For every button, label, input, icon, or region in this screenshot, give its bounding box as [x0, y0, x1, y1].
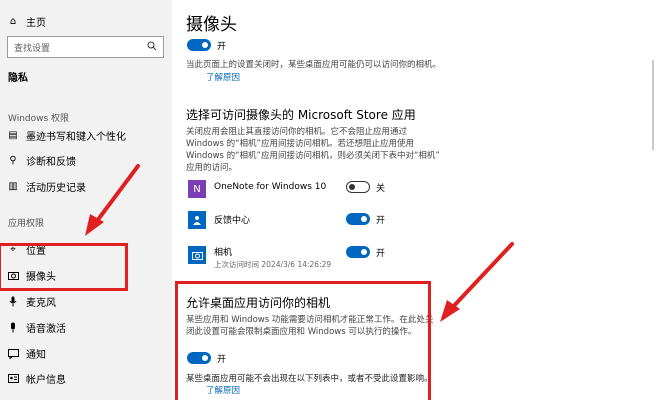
- scrollbar[interactable]: [652, 60, 654, 150]
- sidebar-item-voice-activation[interactable]: 语音激活: [6, 320, 66, 335]
- sidebar-item-label: 语音激活: [26, 324, 66, 335]
- top-description: 当此页面上的设置关闭时，某些桌面应用可能仍可以访问你的相机。: [186, 60, 442, 70]
- search-placeholder: 查找设置: [14, 43, 51, 54]
- sidebar-item-home[interactable]: ⌂ 主页: [6, 14, 46, 29]
- sidebar-item-label: 主页: [26, 18, 46, 29]
- app-permissions-header: 应用权限: [8, 219, 45, 229]
- app-toggle-label: 关: [376, 184, 386, 194]
- account-icon: [6, 374, 20, 383]
- voice-icon: [6, 322, 20, 333]
- sidebar-item-activity-history[interactable]: ▥ 活动历史记录: [6, 179, 86, 194]
- app-name: 相机: [214, 248, 233, 258]
- highlight-box-desktop-access: [175, 281, 431, 400]
- onenote-camera-toggle[interactable]: [346, 181, 370, 193]
- sidebar-item-label: 帐户信息: [26, 375, 66, 386]
- section-title: 隐私: [8, 73, 28, 84]
- page-title: 摄像头: [186, 15, 237, 35]
- search-input[interactable]: 查找设置: [7, 36, 164, 58]
- pen-icon: ▤: [8, 130, 18, 141]
- windows-permissions-header: Windows 权限: [8, 114, 70, 124]
- app-name: 反馈中心: [214, 216, 251, 226]
- store-apps-title: 选择可访问摄像头的 Microsoft Store 应用: [186, 108, 416, 122]
- home-icon: ⌂: [9, 16, 17, 27]
- sidebar-item-label: 诊断和反馈: [26, 157, 76, 168]
- app-toggle-label: 开: [376, 249, 386, 259]
- store-desc-line: 应用的访问。: [186, 163, 238, 173]
- sidebar-item-diagnostics[interactable]: ⚲ 诊断和反馈: [6, 153, 76, 168]
- feedback-icon: ⚲: [9, 155, 17, 166]
- onenote-icon: N: [188, 180, 206, 198]
- last-access-time: 上次访问时间 2024/3/6 14:26:29: [214, 260, 332, 269]
- notification-icon: [6, 348, 20, 359]
- camera-app-toggle[interactable]: [346, 246, 370, 258]
- settings-sidebar: ⌂ 主页 查找设置 隐私 Windows 权限 ▤ 墨迹书写和键入个性化 ⚲ 诊…: [0, 0, 172, 400]
- feedback-hub-icon: [188, 211, 206, 229]
- sidebar-item-notifications[interactable]: 通知: [6, 346, 46, 361]
- sidebar-item-inking[interactable]: ▤ 墨迹书写和键入个性化: [6, 128, 126, 143]
- feedback-hub-camera-toggle[interactable]: [346, 213, 370, 225]
- sidebar-item-label: 麦克风: [26, 298, 56, 309]
- camera-app-icon: [188, 246, 206, 264]
- store-desc-line: Windows 的“相机”应用间接访问相机，则必须关闭下表中对“相机”: [186, 151, 440, 161]
- sidebar-item-label: 通知: [26, 350, 46, 361]
- microphone-icon: [6, 296, 20, 307]
- camera-access-toggle[interactable]: [187, 39, 211, 51]
- app-name: OneNote for Windows 10: [214, 182, 327, 192]
- camera-access-toggle-label: 开: [217, 42, 227, 52]
- history-icon: ▥: [8, 181, 18, 192]
- sidebar-item-microphone[interactable]: 麦克风: [6, 294, 56, 309]
- highlight-box-camera-nav: [0, 243, 128, 291]
- store-desc-line: Windows 的“相机”应用间接访问相机。若还想阻止应用使用: [186, 139, 414, 149]
- sidebar-item-label: 墨迹书写和键入个性化: [26, 132, 126, 143]
- sidebar-item-account-info[interactable]: 帐户信息: [6, 371, 66, 386]
- learn-more-link[interactable]: 了解原因: [206, 71, 240, 83]
- search-icon: [147, 41, 157, 54]
- app-toggle-label: 开: [376, 216, 386, 226]
- sidebar-item-label: 活动历史记录: [26, 183, 86, 194]
- store-desc-line: 关闭应用会阻止其直接访问你的相机。它不会阻止应用通过: [186, 127, 408, 137]
